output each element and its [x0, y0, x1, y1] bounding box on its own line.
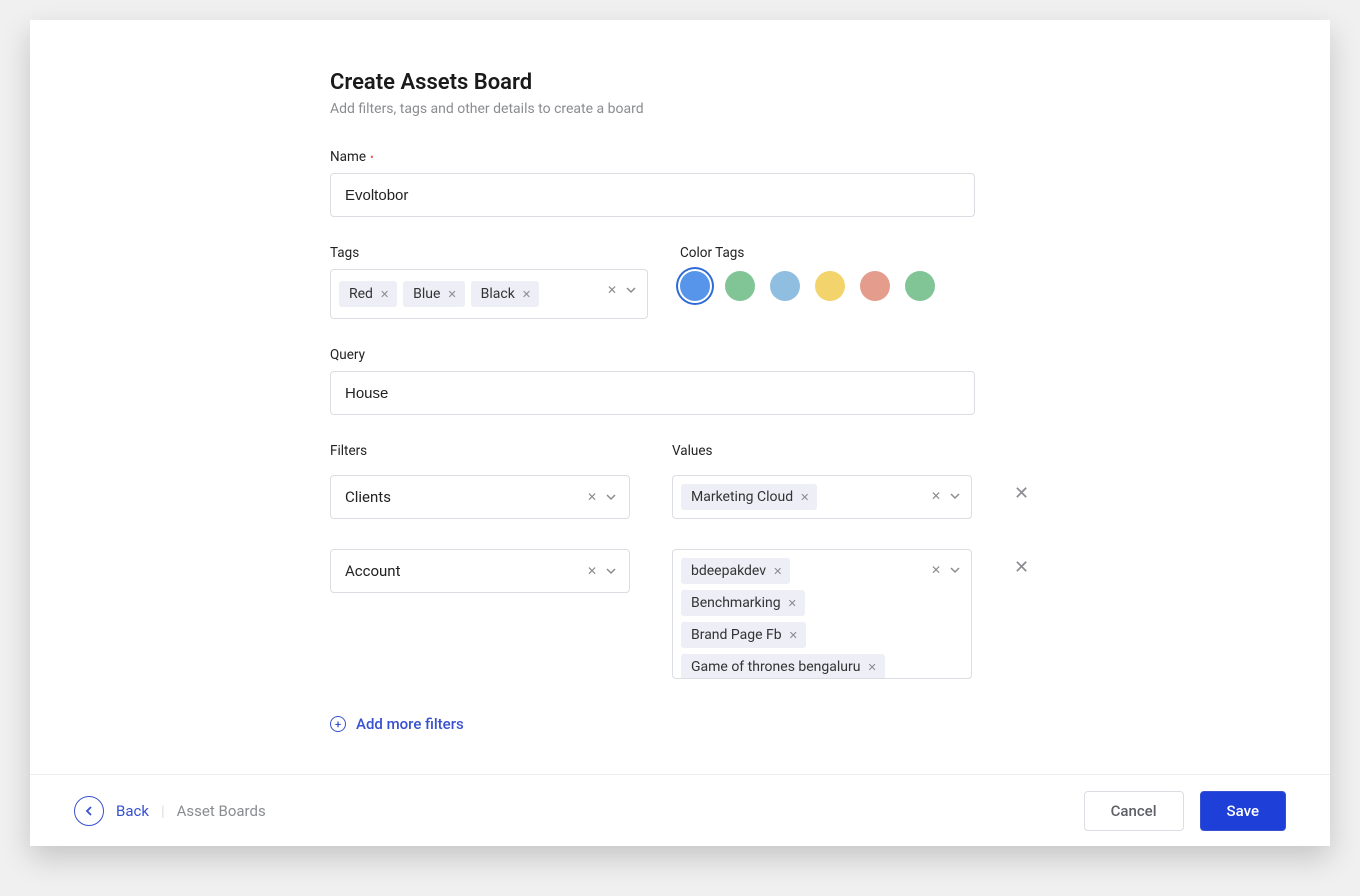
- value-chip: bdeepakdev ✕: [681, 558, 790, 584]
- value-chip: Brand Page Fb ✕: [681, 622, 806, 648]
- clear-tags-icon[interactable]: ✕: [607, 284, 617, 296]
- clear-filter-icon[interactable]: ✕: [587, 491, 597, 503]
- values-header: Values: [672, 443, 972, 459]
- footer-bar: Back | Asset Boards Cancel Save: [30, 774, 1330, 846]
- value-chip: Benchmarking ✕: [681, 590, 805, 616]
- breadcrumb: Asset Boards: [177, 802, 266, 820]
- color-swatch[interactable]: [905, 271, 935, 301]
- cancel-button[interactable]: Cancel: [1084, 791, 1184, 831]
- clear-values-icon[interactable]: ✕: [931, 490, 941, 502]
- value-chip: Marketing Cloud ✕: [681, 484, 817, 510]
- chevron-down-icon[interactable]: [949, 490, 961, 502]
- filter-value-input[interactable]: Marketing Cloud ✕ ✕: [672, 475, 972, 519]
- chevron-down-icon[interactable]: [949, 564, 961, 576]
- filter-value-input[interactable]: bdeepakdev ✕ Benchmarking ✕ Brand Page F…: [672, 549, 972, 679]
- filter-select[interactable]: Clients ✕: [330, 475, 630, 519]
- delete-filter-row-icon[interactable]: ✕: [1014, 475, 1042, 503]
- remove-value-icon[interactable]: ✕: [867, 662, 876, 673]
- chevron-down-icon[interactable]: [605, 491, 617, 503]
- remove-tag-icon[interactable]: ✕: [380, 289, 389, 300]
- chevron-down-icon[interactable]: [625, 284, 637, 296]
- query-input[interactable]: [330, 371, 975, 415]
- tag-chip: Red ✕: [339, 281, 397, 307]
- remove-value-icon[interactable]: ✕: [773, 566, 782, 577]
- remove-value-icon[interactable]: ✕: [789, 630, 798, 641]
- clear-filter-icon[interactable]: ✕: [587, 565, 597, 577]
- color-swatch[interactable]: [815, 271, 845, 301]
- separator: |: [161, 802, 165, 820]
- page-title: Create Assets Board: [330, 70, 1010, 95]
- color-swatch[interactable]: [680, 271, 710, 301]
- tag-chip: Blue ✕: [403, 281, 465, 307]
- remove-value-icon[interactable]: ✕: [788, 598, 797, 609]
- filters-header: Filters: [330, 443, 630, 459]
- back-arrow-icon[interactable]: [74, 796, 104, 826]
- chevron-down-icon[interactable]: [605, 565, 617, 577]
- plus-circle-icon: +: [330, 716, 346, 732]
- add-more-filters-button[interactable]: + Add more filters: [330, 715, 464, 733]
- filter-select[interactable]: Account ✕: [330, 549, 630, 593]
- page-subtitle: Add filters, tags and other details to c…: [330, 101, 1010, 117]
- tag-chip: Black ✕: [471, 281, 539, 307]
- remove-tag-icon[interactable]: ✕: [522, 289, 531, 300]
- color-tags-label: Color Tags: [680, 245, 1010, 261]
- required-indicator: •: [370, 151, 374, 164]
- color-swatch[interactable]: [725, 271, 755, 301]
- remove-value-icon[interactable]: ✕: [800, 492, 809, 503]
- query-label: Query: [330, 347, 1010, 363]
- value-chip: Game of thrones bengaluru ✕: [681, 654, 885, 679]
- name-input[interactable]: [330, 173, 975, 217]
- clear-values-icon[interactable]: ✕: [931, 564, 941, 576]
- color-swatch-group: [680, 269, 1010, 301]
- remove-tag-icon[interactable]: ✕: [447, 289, 456, 300]
- save-button[interactable]: Save: [1200, 791, 1286, 831]
- back-link[interactable]: Back: [116, 802, 149, 820]
- tags-input[interactable]: Red ✕ Blue ✕ Black ✕ ✕: [330, 269, 648, 319]
- color-swatch[interactable]: [860, 271, 890, 301]
- tags-label: Tags: [330, 245, 660, 261]
- color-swatch[interactable]: [770, 271, 800, 301]
- delete-filter-row-icon[interactable]: ✕: [1014, 549, 1042, 577]
- name-label: Name •: [330, 149, 1010, 165]
